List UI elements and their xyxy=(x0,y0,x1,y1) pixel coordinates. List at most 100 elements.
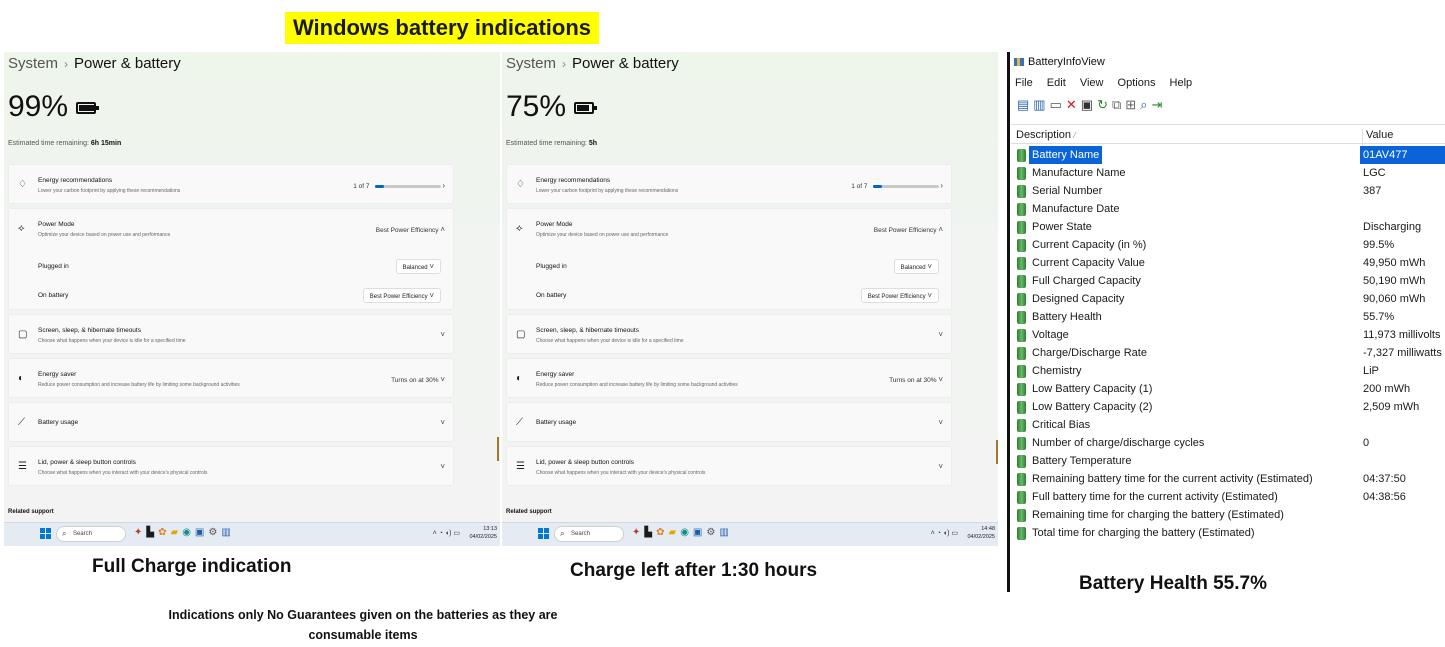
list-item[interactable]: Designed Capacity 90,060 mWh xyxy=(1011,290,1445,308)
power-mode-card[interactable]: ⟡ Power Mode Optimize your device based … xyxy=(506,208,952,310)
energy-saver-card[interactable]: ◐ Energy saver Reduce power consumption … xyxy=(8,358,454,398)
settings-icon[interactable]: ⚙ xyxy=(208,527,221,538)
list-item[interactable]: Remaining time for charging the battery … xyxy=(1011,506,1445,524)
list-header: Description ⁄ Value xyxy=(1011,124,1445,147)
list-item[interactable]: Critical Bias xyxy=(1011,416,1445,434)
list-item[interactable]: Chemistry LiP xyxy=(1011,362,1445,380)
edge-icon[interactable]: ◉ xyxy=(182,527,195,538)
battery-usage-card[interactable]: ⟋ Battery usage ˅ xyxy=(8,402,454,442)
plugged-in-value: Balanced xyxy=(900,265,926,271)
chevron-down-icon: ˅ xyxy=(927,262,932,271)
menu-file[interactable]: File xyxy=(1015,77,1033,89)
menu-options[interactable]: Options xyxy=(1118,77,1156,89)
app-icon[interactable]: ▙ xyxy=(644,527,656,538)
list-item[interactable]: Current Capacity Value 49,950 mWh xyxy=(1011,254,1445,272)
list-item[interactable]: Number of charge/discharge cycles 0 xyxy=(1011,434,1445,452)
colorful-app-icon[interactable]: ✿ xyxy=(158,527,170,538)
screen-sleep-card[interactable]: ▢ Screen, sleep, & hibernate timeouts Ch… xyxy=(8,314,454,354)
taskbar-clock[interactable]: 13:13 04/02/2025 xyxy=(469,525,497,541)
breadcrumb-separator: › xyxy=(562,57,567,71)
lid-controls-card[interactable]: ☰ Lid, power & sleep button controls Cho… xyxy=(506,446,952,486)
plugged-in-dropdown[interactable]: Balanced ˅ xyxy=(893,259,939,274)
list-item[interactable]: Manufacture Name LGC xyxy=(1011,164,1445,182)
taskbar-search[interactable]: ⌕ Search xyxy=(56,526,126,542)
on-battery-dropdown[interactable]: Best Power Efficiency ˅ xyxy=(860,288,939,303)
screen-sleep-card[interactable]: ▢ Screen, sleep, & hibernate timeouts Ch… xyxy=(506,314,952,354)
find-icon[interactable]: ⌕ xyxy=(1140,97,1147,112)
chevron-up-icon[interactable]: ˄ xyxy=(440,225,445,234)
row-value: 99.5% xyxy=(1363,239,1395,251)
list-item[interactable]: Voltage 11,973 millivolts xyxy=(1011,326,1445,344)
list-item[interactable]: Full battery time for the current activi… xyxy=(1011,488,1445,506)
file-explorer-icon[interactable]: ▰ xyxy=(668,527,680,538)
column-value[interactable]: Value xyxy=(1362,129,1393,147)
chevron-up-icon[interactable]: ˄ xyxy=(938,225,943,234)
breadcrumb-parent[interactable]: System xyxy=(8,55,58,72)
start-icon[interactable] xyxy=(538,528,549,539)
colorful-app-icon[interactable]: ✿ xyxy=(656,527,668,538)
breadcrumb-parent[interactable]: System xyxy=(506,55,556,72)
store-icon[interactable]: ▣ xyxy=(693,527,706,538)
energy-recommendations-card[interactable]: ♢ Energy recommendations Lower your carb… xyxy=(8,164,454,204)
on-battery-value: Best Power Efficiency xyxy=(867,294,926,300)
taskbar-clock[interactable]: 14:48 04/02/2025 xyxy=(967,525,995,541)
list-item[interactable]: Full Charged Capacity 50,190 mWh xyxy=(1011,272,1445,290)
system-tray[interactable]: ˄ ◔ ◖) ▭ xyxy=(433,529,460,537)
copilot-icon[interactable]: ✦ xyxy=(134,527,146,538)
list-item[interactable]: Charge/Discharge Rate -7,327 milliwatts xyxy=(1011,344,1445,362)
battery-fill xyxy=(79,105,95,112)
html-report-icon[interactable]: ⊞ xyxy=(1125,97,1136,112)
taskbar: ⌕ Search ✦▙✿▰◉▣⚙▥ ˄ ◔ ◖) ▭ 13:13 04/02/202… xyxy=(4,522,500,546)
copy-icon[interactable]: ⧉ xyxy=(1112,97,1121,112)
row-value: 55.7% xyxy=(1363,311,1395,323)
battery-info-view-icon[interactable]: ▥ xyxy=(221,527,234,538)
on-battery-dropdown[interactable]: Best Power Efficiency ˅ xyxy=(362,288,441,303)
delete-icon[interactable]: ✕ xyxy=(1066,97,1077,112)
plugged-in-dropdown[interactable]: Balanced ˅ xyxy=(395,259,441,274)
row-description: Serial Number xyxy=(1032,185,1103,197)
list-item[interactable]: Current Capacity (in %) 99.5% xyxy=(1011,236,1445,254)
app-icon[interactable]: ▙ xyxy=(146,527,158,538)
energy-recommendations-card[interactable]: ♢ Energy recommendations Lower your carb… xyxy=(506,164,952,204)
menu-help[interactable]: Help xyxy=(1170,77,1193,89)
lid-controls-card[interactable]: ☰ Lid, power & sleep button controls Cho… xyxy=(8,446,454,486)
list-item[interactable]: Low Battery Capacity (2) 2,509 mWh xyxy=(1011,398,1445,416)
file-explorer-icon[interactable]: ▰ xyxy=(170,527,182,538)
row-description: Charge/Discharge Rate xyxy=(1032,347,1147,359)
power-mode-subtitle: Optimize your device based on power use … xyxy=(38,232,171,238)
store-icon[interactable]: ▣ xyxy=(195,527,208,538)
energy-saver-card[interactable]: ◐ Energy saver Reduce power consumption … xyxy=(506,358,952,398)
log-icon[interactable]: ▭ xyxy=(1050,97,1062,112)
exit-icon[interactable]: ⇥ xyxy=(1151,97,1162,112)
copilot-icon[interactable]: ✦ xyxy=(632,527,644,538)
settings-icon[interactable]: ⚙ xyxy=(706,527,719,538)
list-item[interactable]: Power State Discharging xyxy=(1011,218,1445,236)
edge-icon[interactable]: ◉ xyxy=(680,527,693,538)
row-value: 387 xyxy=(1363,185,1382,197)
row-value: 11,973 millivolts xyxy=(1363,329,1441,341)
battery-info-view-icon[interactable]: ▥ xyxy=(719,527,732,538)
list-item[interactable]: Battery Health 55.7% xyxy=(1011,308,1445,326)
taskbar: ⌕ Search ✦▙✿▰◉▣⚙▥ ˄ ◔ ◖) ▭ 14:48 04/02/202… xyxy=(502,522,998,546)
start-icon[interactable] xyxy=(40,528,51,539)
power-mode-card[interactable]: ⟡ Power Mode Optimize your device based … xyxy=(8,208,454,310)
list-item[interactable]: Manufacture Date xyxy=(1011,200,1445,218)
properties-icon[interactable]: ▤ xyxy=(1017,97,1029,112)
list-item[interactable]: Battery Name 01AV477 xyxy=(1011,146,1445,164)
battery-usage-card[interactable]: ⟋ Battery usage ˅ xyxy=(506,402,952,442)
column-description[interactable]: Description ⁄ xyxy=(1016,129,1075,141)
list-item[interactable]: Serial Number 387 xyxy=(1011,182,1445,200)
list-item[interactable]: Low Battery Capacity (1) 200 mWh xyxy=(1011,380,1445,398)
refresh-icon[interactable]: ↻ xyxy=(1097,97,1108,112)
list-item[interactable]: Remaining battery time for the current a… xyxy=(1011,470,1445,488)
list-item[interactable]: Total time for charging the battery (Est… xyxy=(1011,524,1445,542)
battery-icon[interactable]: ▥ xyxy=(1033,97,1045,112)
taskbar-search[interactable]: ⌕ Search xyxy=(554,526,624,542)
screen-sleep-title: Screen, sleep, & hibernate timeouts xyxy=(38,327,141,334)
menu-view[interactable]: View xyxy=(1080,77,1104,89)
system-tray[interactable]: ˄ ◔ ◖) ▭ xyxy=(931,529,958,537)
list-item[interactable]: Battery Temperature xyxy=(1011,452,1445,470)
battery-percent-display: 99% xyxy=(8,90,100,124)
menu-edit[interactable]: Edit xyxy=(1047,77,1066,89)
save-icon[interactable]: ▣ xyxy=(1081,97,1093,112)
